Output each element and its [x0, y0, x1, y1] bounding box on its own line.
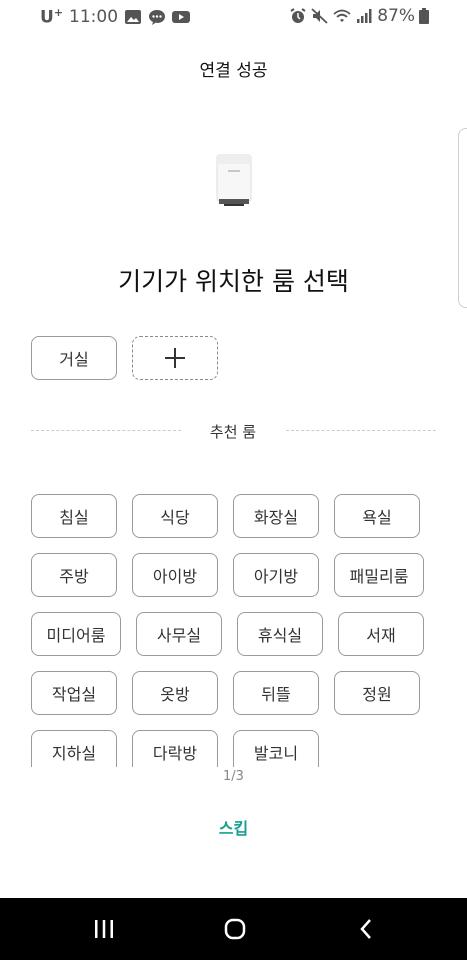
room-chip[interactable]: 욕실 [334, 494, 420, 538]
room-chip[interactable]: 정원 [334, 671, 420, 715]
mute-icon [311, 8, 328, 24]
recommended-rooms-grid[interactable]: 침실 식당 화장실 욕실 주방 아이방 아기방 패밀리룸 미디어룸 사무실 휴식… [0, 480, 467, 767]
navigation-bar [0, 898, 467, 960]
page-title: 연결 성공 [199, 61, 268, 81]
wifi-icon [333, 9, 351, 22]
status-time: 11:00 [69, 6, 119, 27]
battery-icon [419, 8, 429, 24]
room-chip[interactable]: 식당 [132, 494, 218, 538]
room-chip-label: 아이방 [152, 567, 198, 586]
battery-percent: 87% [377, 6, 415, 26]
room-chip[interactable]: 아기방 [233, 553, 319, 597]
room-chip-label: 욕실 [362, 508, 392, 527]
divider-left [31, 430, 181, 431]
divider-right [286, 430, 436, 431]
room-chip-label: 작업실 [51, 685, 97, 704]
room-chip-selected[interactable]: 거실 [31, 336, 117, 380]
back-icon [360, 919, 371, 939]
humidifier-device-image [216, 154, 252, 206]
room-chip[interactable]: 휴식실 [237, 612, 323, 656]
chat-icon [149, 9, 166, 25]
room-chip[interactable]: 패밀리룸 [334, 553, 424, 597]
room-chip-label: 정원 [362, 685, 392, 704]
room-chip-label: 발코니 [253, 744, 299, 763]
page-indicator: 1/3 [223, 769, 244, 784]
room-chip-label: 지하실 [51, 744, 97, 763]
status-bar: U+ 11:00 87% [0, 0, 467, 34]
home-icon [224, 918, 246, 940]
room-chip[interactable]: 주방 [31, 553, 117, 597]
headline: 기기가 위치한 룸 선택 [118, 267, 349, 296]
room-chip[interactable]: 화장실 [233, 494, 319, 538]
youtube-icon [172, 10, 191, 23]
room-chip-label: 아기방 [253, 567, 299, 586]
room-chip[interactable]: 서재 [338, 612, 424, 656]
carrier-label: U+ [40, 6, 64, 28]
room-chip-label: 식당 [160, 508, 190, 527]
room-chip-label: 거실 [59, 350, 89, 369]
room-chip[interactable]: 뒤뜰 [233, 671, 319, 715]
room-chip[interactable]: 발코니 [233, 730, 319, 767]
alarm-icon [290, 8, 306, 23]
back-button[interactable] [350, 914, 382, 944]
room-chip[interactable]: 아이방 [132, 553, 218, 597]
room-chip-label: 주방 [59, 567, 89, 586]
plus-icon [165, 348, 185, 368]
recent-apps-button[interactable] [88, 914, 120, 944]
image-icon [125, 9, 142, 24]
room-chip[interactable]: 사무실 [136, 612, 222, 656]
room-chip-label: 다락방 [152, 744, 198, 763]
room-chip-label: 서재 [366, 626, 396, 645]
home-button[interactable] [218, 914, 252, 944]
room-chip[interactable]: 미디어룸 [31, 612, 121, 656]
signal-icon [357, 9, 372, 23]
room-chip-label: 사무실 [156, 626, 202, 645]
status-left: U+ 11:00 [40, 6, 191, 28]
room-chip-label: 미디어룸 [46, 626, 106, 645]
recent-apps-icon [95, 920, 113, 938]
room-chip[interactable]: 침실 [31, 494, 117, 538]
skip-button[interactable]: 스킵 [0, 815, 467, 839]
room-chip-label: 패밀리룸 [349, 567, 409, 586]
add-room-button[interactable] [132, 336, 218, 380]
room-chip-label: 화장실 [253, 508, 299, 527]
room-chip-label: 휴식실 [257, 626, 303, 645]
recommended-rooms-label: 추천 룸 [183, 421, 283, 442]
room-chip[interactable]: 다락방 [132, 730, 218, 767]
room-chip-label: 옷방 [160, 685, 190, 704]
room-chip-label: 침실 [59, 508, 89, 527]
room-chip[interactable]: 작업실 [31, 671, 117, 715]
room-chip[interactable]: 지하실 [31, 730, 117, 767]
room-chip[interactable]: 옷방 [132, 671, 218, 715]
room-chip-label: 뒤뜰 [261, 685, 291, 704]
status-right: 87% [289, 6, 429, 26]
